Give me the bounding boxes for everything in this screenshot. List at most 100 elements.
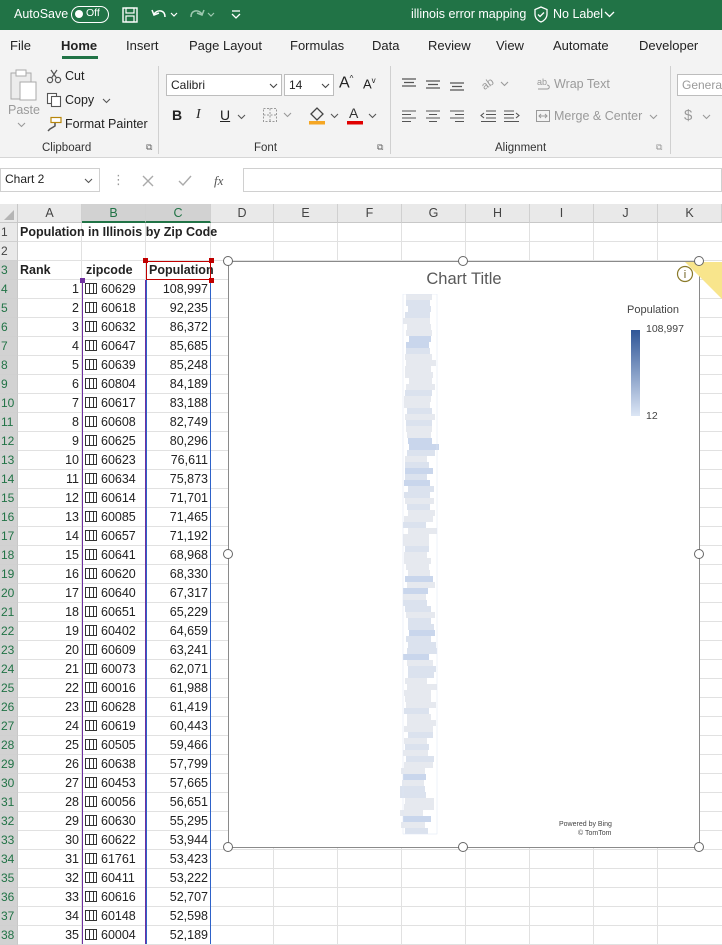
- font-size-select[interactable]: 14: [284, 74, 334, 96]
- rank-cell[interactable]: 16: [18, 565, 82, 584]
- map-region[interactable]: [405, 546, 429, 552]
- alignment-launcher-icon[interactable]: ⧉: [656, 142, 662, 153]
- rank-cell[interactable]: 32: [18, 869, 82, 888]
- paste-icon[interactable]: [8, 68, 38, 102]
- increase-font-size-icon[interactable]: A^: [339, 74, 353, 92]
- row-header-18[interactable]: 18: [0, 546, 18, 565]
- map-region[interactable]: [402, 780, 424, 786]
- merge-center-icon[interactable]: [535, 108, 551, 124]
- sensitivity-label-icon[interactable]: [533, 6, 549, 23]
- map-region[interactable]: [404, 552, 427, 558]
- map-region[interactable]: [405, 462, 429, 468]
- row-header-6[interactable]: 6: [0, 318, 18, 337]
- row-header-31[interactable]: 31: [0, 793, 18, 812]
- tab-review[interactable]: Review: [428, 38, 471, 53]
- map-region[interactable]: [406, 294, 432, 300]
- row-header-2[interactable]: 2: [0, 242, 18, 261]
- row-header-13[interactable]: 13: [0, 451, 18, 470]
- rank-cell[interactable]: 17: [18, 584, 82, 603]
- row-header-26[interactable]: 26: [0, 698, 18, 717]
- accounting-format-button[interactable]: $: [684, 107, 692, 124]
- map-region[interactable]: [406, 612, 435, 618]
- map-region[interactable]: [409, 336, 431, 342]
- map-region[interactable]: [404, 396, 431, 402]
- row-header-3[interactable]: 3: [0, 261, 18, 280]
- column-header-e[interactable]: E: [274, 204, 338, 223]
- copy-button[interactable]: Copy: [65, 93, 94, 107]
- merge-chevron-icon[interactable]: [649, 114, 658, 120]
- chart-resize-handle[interactable]: [694, 842, 704, 852]
- row-header-17[interactable]: 17: [0, 527, 18, 546]
- map-region[interactable]: [408, 666, 436, 672]
- rank-cell[interactable]: 26: [18, 755, 82, 774]
- row-header-12[interactable]: 12: [0, 432, 18, 451]
- map-region[interactable]: [405, 606, 431, 612]
- map-region[interactable]: [404, 690, 431, 696]
- map-chart[interactable]: Chart Title i Population 108,997 12 Powe…: [228, 261, 722, 848]
- map-region[interactable]: [407, 324, 431, 330]
- map-region[interactable]: [404, 804, 434, 810]
- map-region[interactable]: [405, 456, 427, 462]
- horizontal-align-icons[interactable]: [400, 109, 472, 123]
- info-icon[interactable]: i: [675, 264, 695, 284]
- rank-cell[interactable]: 18: [18, 603, 82, 622]
- tab-automate[interactable]: Automate: [553, 38, 609, 53]
- row-header-24[interactable]: 24: [0, 660, 18, 679]
- column-header-h[interactable]: H: [466, 204, 530, 223]
- row-header-11[interactable]: 11: [0, 413, 18, 432]
- map-region[interactable]: [403, 774, 426, 780]
- chevron-down-icon[interactable]: [604, 11, 615, 19]
- rank-cell[interactable]: 31: [18, 850, 82, 869]
- rank-cell[interactable]: 19: [18, 622, 82, 641]
- map-region[interactable]: [403, 534, 429, 540]
- map-region[interactable]: [409, 630, 435, 636]
- chart-resize-handle[interactable]: [223, 256, 233, 266]
- underline-chevron-icon[interactable]: [237, 114, 246, 120]
- paste-chevron-icon[interactable]: [17, 122, 26, 128]
- vertical-align-icons[interactable]: [400, 76, 472, 92]
- label-status[interactable]: No Label: [553, 7, 603, 21]
- rank-cell[interactable]: 10: [18, 451, 82, 470]
- map-region[interactable]: [403, 588, 428, 594]
- column-header-k[interactable]: K: [658, 204, 722, 223]
- row-header-14[interactable]: 14: [0, 470, 18, 489]
- column-header-i[interactable]: I: [530, 204, 594, 223]
- map-region[interactable]: [404, 402, 430, 408]
- formula-input[interactable]: [243, 168, 722, 192]
- cut-button[interactable]: Cut: [65, 69, 84, 83]
- redo-icon[interactable]: [188, 6, 216, 24]
- map-region[interactable]: [407, 504, 430, 510]
- more-dots-icon[interactable]: ⋮: [112, 172, 125, 188]
- font-name-select[interactable]: Calibri: [166, 74, 282, 96]
- font-launcher-icon[interactable]: ⧉: [377, 142, 383, 153]
- indent-icons[interactable]: [480, 109, 522, 123]
- map-region[interactable]: [403, 540, 429, 546]
- rank-cell[interactable]: 4: [18, 337, 82, 356]
- chart-title[interactable]: Chart Title: [229, 270, 699, 289]
- map-region[interactable]: [408, 438, 432, 444]
- rank-cell[interactable]: 33: [18, 888, 82, 907]
- row-header-19[interactable]: 19: [0, 565, 18, 584]
- italic-button[interactable]: I: [196, 107, 201, 123]
- rank-cell[interactable]: 29: [18, 812, 82, 831]
- name-box[interactable]: Chart 2: [0, 168, 100, 192]
- map-region[interactable]: [405, 828, 428, 834]
- map-region[interactable]: [404, 480, 430, 486]
- range-handle[interactable]: [209, 278, 214, 283]
- map-region[interactable]: [408, 624, 434, 630]
- map-region[interactable]: [408, 642, 436, 648]
- chart-resize-handle[interactable]: [458, 256, 468, 266]
- row-header-29[interactable]: 29: [0, 755, 18, 774]
- row-header-8[interactable]: 8: [0, 356, 18, 375]
- header-rank[interactable]: Rank: [20, 261, 51, 280]
- save-icon[interactable]: [121, 6, 139, 24]
- row-header-22[interactable]: 22: [0, 622, 18, 641]
- rank-cell[interactable]: 24: [18, 717, 82, 736]
- row-header-32[interactable]: 32: [0, 812, 18, 831]
- rank-cell[interactable]: 7: [18, 394, 82, 413]
- rank-cell[interactable]: 5: [18, 356, 82, 375]
- map-region[interactable]: [404, 762, 433, 768]
- row-header-21[interactable]: 21: [0, 603, 18, 622]
- rank-cell[interactable]: 21: [18, 660, 82, 679]
- rank-cell[interactable]: 15: [18, 546, 82, 565]
